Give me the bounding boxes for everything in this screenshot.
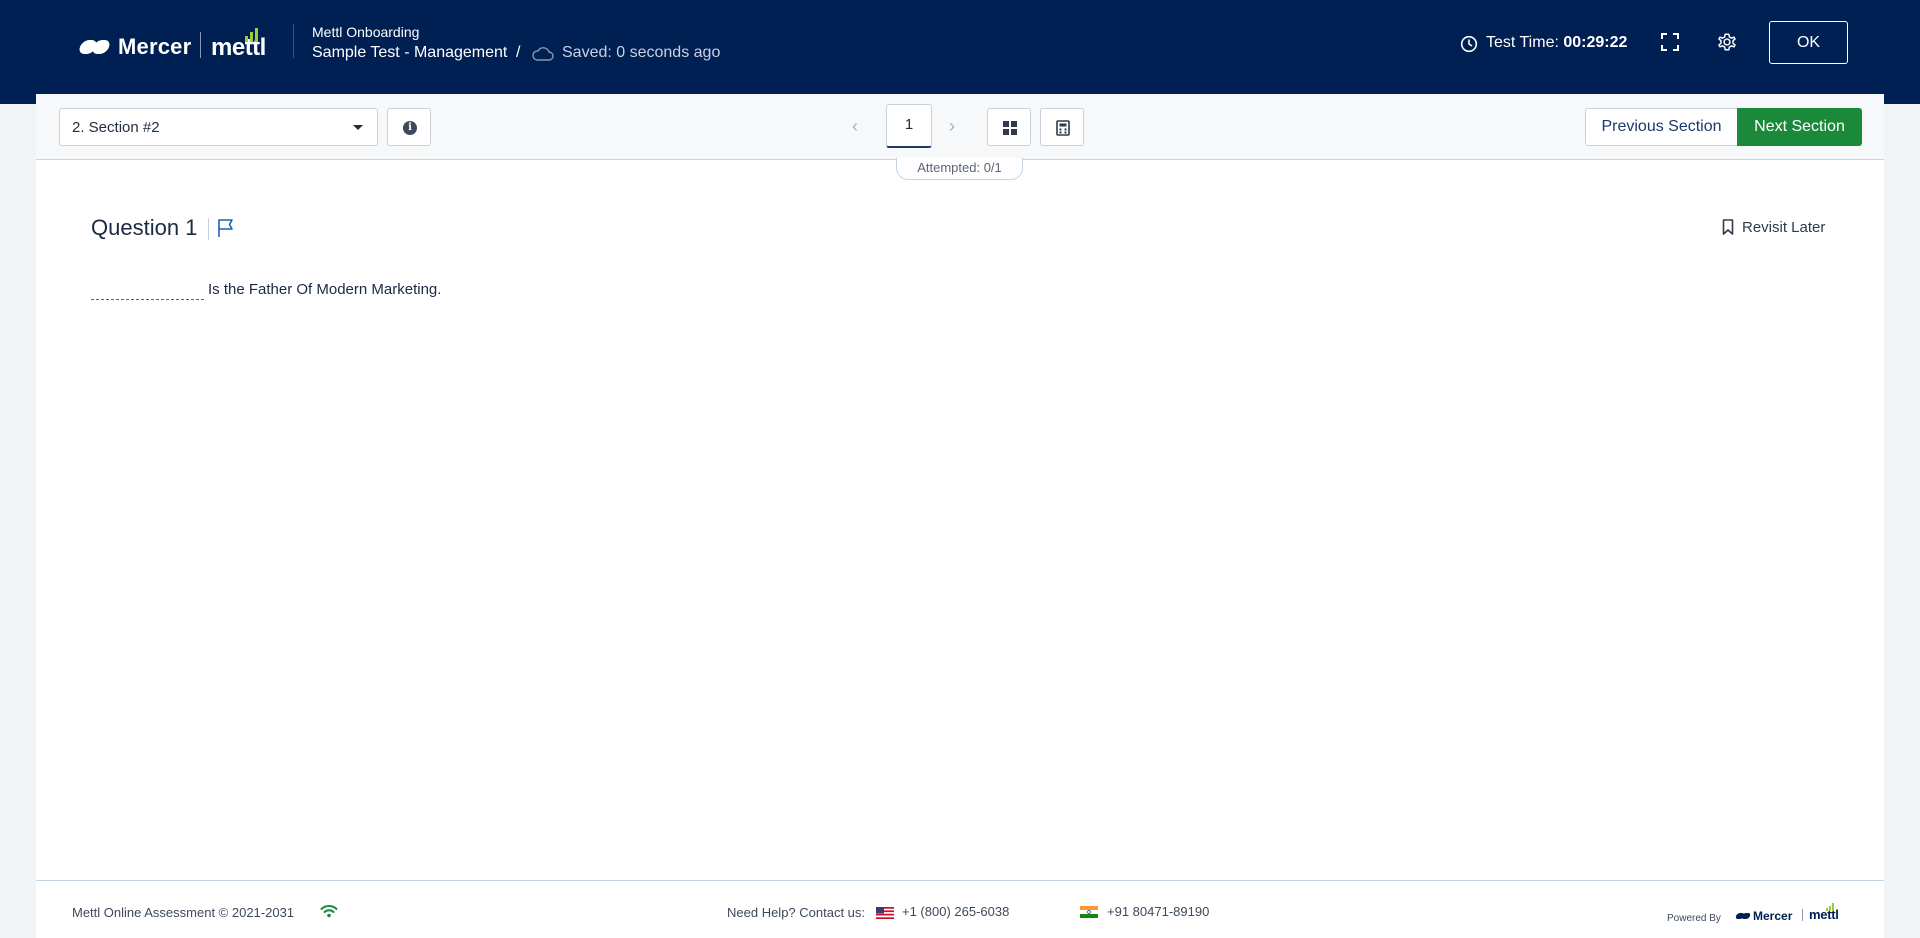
india-flag-icon [1080,906,1098,918]
breadcrumb-separator: / [516,44,521,61]
org-name: Mettl Onboarding [312,24,420,40]
footer-mercer-text: Mercer [1753,909,1793,923]
fill-in-blank-input[interactable] [91,299,204,300]
us-phone-link[interactable]: +1 (800) 265-6038 [902,904,1009,919]
info-icon: i [403,121,417,135]
test-timer: Test Time: 00:29:22 [1486,34,1627,52]
calculator-icon [1056,120,1070,136]
gear-icon[interactable] [1716,31,1738,53]
attempted-count: Attempted: 0/1 [896,158,1023,180]
question-title-divider [208,218,209,240]
section-dropdown[interactable]: 2. Section #2 [59,108,378,146]
section-dropdown-value: 2. Section #2 [72,119,160,136]
previous-section-button[interactable]: Previous Section [1585,108,1738,146]
caret-down-icon [353,125,363,130]
calculator-button[interactable] [1040,108,1084,146]
question-title: Question 1 [91,215,198,240]
us-flag-icon [876,907,894,919]
cloud-icon [532,47,554,61]
next-section-button[interactable]: Next Section [1737,108,1862,146]
footer: Mettl Online Assessment © 2021-2031 Need… [36,880,1884,938]
mercer-logo: Mercer [80,34,191,60]
question-grid-button[interactable] [987,108,1031,146]
chevron-right-icon[interactable]: › [949,117,963,135]
section-info-button[interactable]: i [387,108,431,146]
question-text: Is the Father Of Modern Marketing. [208,281,442,298]
flag-icon[interactable] [217,218,235,238]
save-status: Saved: 0 seconds ago [562,44,721,61]
footer-mercer-mark-icon [1736,912,1750,920]
mercer-logo-mark-icon [80,38,110,56]
help-label: Need Help? Contact us: [727,905,866,920]
india-phone-link[interactable]: +91 80471-89190 [1107,904,1209,919]
footer-logo-divider [1802,909,1803,921]
footer-mercer-logo: Mercer [1736,909,1792,923]
mettl-bars-icon [245,26,258,42]
revisit-later-button[interactable]: Revisit Later [1722,216,1825,238]
logo-divider [200,32,201,58]
mercer-logo-text: Mercer [118,34,192,59]
wifi-icon [320,905,338,918]
footer-mettl-text: mettl [1809,907,1839,922]
header-divider [293,24,294,58]
timer-label: Test Time: [1486,34,1559,51]
question-number-button[interactable]: 1 [886,104,932,148]
fullscreen-icon[interactable] [1660,32,1680,52]
powered-by-label: Powered By [1667,913,1721,924]
question-panel: 2. Section #2 i ‹ 1 › Previous Section N… [36,94,1884,938]
header-bar: Mercer mettl Mettl Onboarding Sample Tes… [0,0,1920,104]
chevron-left-icon[interactable]: ‹ [852,117,866,135]
timer-value: 00:29:22 [1563,34,1628,51]
ok-button[interactable]: OK [1769,21,1848,64]
revisit-later-label: Revisit Later [1742,218,1826,236]
question-toolbar: 2. Section #2 i ‹ 1 › Previous Section N… [36,94,1884,160]
clock-icon [1460,35,1478,53]
footer-mettl-bars-icon [1826,903,1834,911]
copyright-text: Mettl Online Assessment © 2021-2031 [72,905,295,920]
test-name: Sample Test - Management [312,44,508,61]
bookmark-icon [1722,219,1734,235]
